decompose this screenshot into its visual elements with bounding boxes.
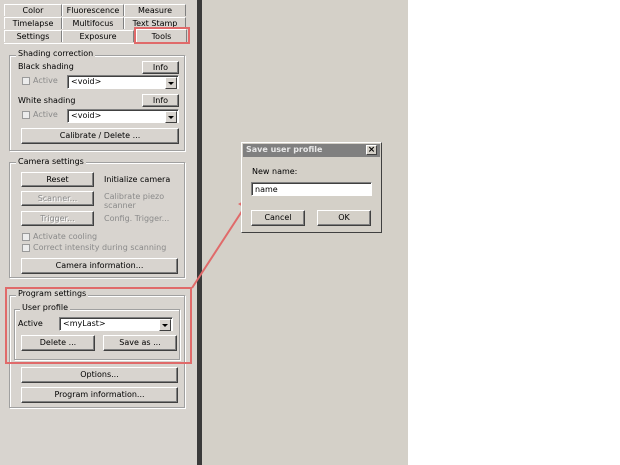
chevron-down-icon[interactable] [165,77,177,89]
tab-measure[interactable]: Measure [124,4,186,16]
white-shading-select[interactable]: <void> [67,109,179,123]
dialog-title: Save user profile [243,144,380,157]
cancel-button[interactable]: Cancel [251,210,305,226]
close-icon[interactable]: × [366,145,377,155]
scanner-button[interactable]: Scanner... [21,191,94,206]
camera-settings-title: Camera settings [16,157,86,167]
black-shading-value: <void> [71,77,102,86]
tab-settings[interactable]: Settings [4,30,62,42]
camera-information-button[interactable]: Camera information... [21,258,178,274]
white-shading-label: White shading [18,96,76,105]
calibrate-piezo-label: Calibrate piezo scanner [104,192,165,210]
shading-correction-title: Shading correction [16,49,96,59]
correct-intensity-label: Correct intensity during scanning [33,243,167,252]
trigger-button[interactable]: Trigger... [21,211,94,226]
reset-button[interactable]: Reset [21,172,94,187]
config-trigger-label: Config. Trigger... [104,214,170,223]
new-name-input[interactable]: name [251,182,372,196]
ok-button[interactable]: OK [317,210,371,226]
new-name-label: New name: [252,167,298,176]
options-button[interactable]: Options... [21,367,178,383]
black-shading-select[interactable]: <void> [67,75,179,89]
calibrate-delete-button[interactable]: Calibrate / Delete ... [21,128,179,144]
correct-intensity-checkbox[interactable] [22,244,30,252]
black-shading-label: Black shading [18,62,74,71]
new-name-value: name [255,185,278,194]
tab-exposure[interactable]: Exposure [62,30,134,42]
program-settings-highlight [5,287,192,364]
tab-baseline [4,43,134,44]
tools-tab-highlight [134,27,190,44]
tab-multifocus[interactable]: Multifocus [62,17,124,29]
tab-timelapse[interactable]: Timelapse [4,17,62,29]
black-shading-active-checkbox[interactable] [22,77,30,85]
white-shading-info-button[interactable]: Info [142,94,179,107]
tab-fluorescence[interactable]: Fluorescence [62,4,124,16]
white-shading-active-checkbox[interactable] [22,111,30,119]
activate-cooling-label: Activate cooling [33,232,98,241]
chevron-down-icon[interactable] [165,111,177,123]
white-shading-value: <void> [71,111,102,120]
tab-color[interactable]: Color [4,4,62,16]
black-shading-active-label: Active [33,76,58,85]
black-shading-info-button[interactable]: Info [142,61,179,74]
program-information-button[interactable]: Program information... [21,387,178,403]
initialize-camera-label: Initialize camera [104,175,171,184]
activate-cooling-checkbox[interactable] [22,233,30,241]
white-shading-active-label: Active [33,110,58,119]
